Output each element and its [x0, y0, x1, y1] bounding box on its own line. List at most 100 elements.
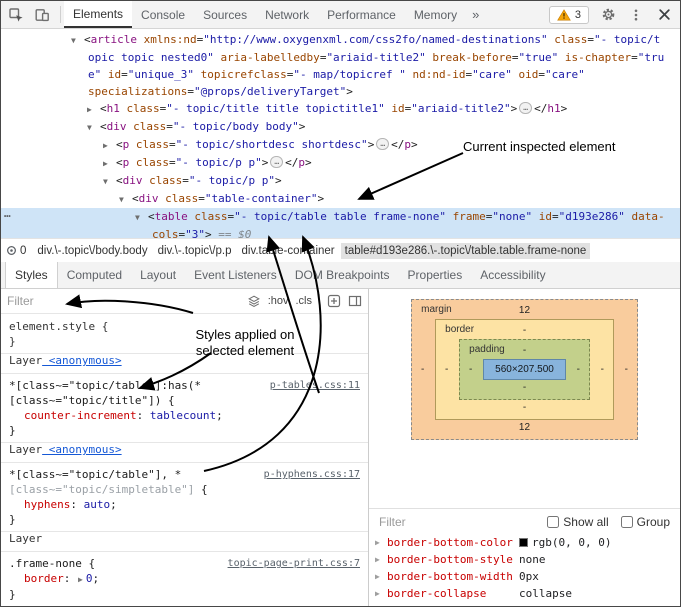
border-bottom-value[interactable]: -: [442, 400, 607, 416]
border-right-value[interactable]: -: [598, 364, 607, 375]
css-declaration[interactable]: border: ▶0;: [9, 571, 360, 587]
dom-line[interactable]: opic topic nested0" aria-labelledby="ari…: [1, 49, 680, 66]
computed-property-row[interactable]: ▶border-bottom-colorrgb(0, 0, 0): [369, 534, 680, 551]
group-checkbox-input[interactable]: [621, 516, 633, 528]
twisty-expanded-icon[interactable]: ▼: [103, 173, 116, 190]
computed-filter-input[interactable]: [379, 515, 535, 529]
tab-elements[interactable]: Elements: [64, 1, 132, 28]
show-all-checkbox-input[interactable]: [547, 516, 559, 528]
layer-link[interactable]: <anonymous>: [42, 443, 121, 456]
dom-line[interactable]: …▼<table class="- topic/table table fram…: [1, 208, 680, 226]
layer-link[interactable]: <anonymous>: [42, 354, 121, 367]
expand-shorthand-icon[interactable]: ▶: [78, 575, 83, 584]
warning-badge[interactable]: 3: [549, 6, 589, 24]
breadcrumb-item[interactable]: div.\-.topic\/body.body: [33, 243, 151, 259]
tab-console[interactable]: Console: [132, 1, 194, 28]
dom-line[interactable]: ▼<article xmlns:nd="http://www.oxygenxml…: [1, 31, 680, 49]
twisty-collapsed-icon[interactable]: ▶: [87, 101, 100, 118]
close-icon[interactable]: [651, 2, 677, 28]
toggle-hover-state-button[interactable]: :hov: [268, 295, 289, 307]
group-checkbox[interactable]: Group: [621, 515, 670, 529]
computed-property-row[interactable]: ▶border-image-outset: [369, 602, 680, 606]
computed-property-name: border-image-outset: [387, 604, 519, 606]
border-left-value[interactable]: -: [442, 364, 451, 375]
sidebar-tab-styles[interactable]: Styles: [5, 262, 58, 288]
dom-line[interactable]: ▶<h1 class="- topic/title title topictit…: [1, 100, 680, 118]
padding-right-value[interactable]: -: [574, 364, 583, 375]
stylesheet-link[interactable]: p-tables.css:11: [270, 378, 360, 393]
box-model-margin[interactable]: margin 12 - border - -: [411, 299, 638, 440]
breadcrumb-item[interactable]: div.table-container: [238, 243, 339, 259]
margin-right-value[interactable]: -: [622, 364, 631, 375]
expand-icon[interactable]: ▶: [375, 555, 387, 564]
more-menu-icon[interactable]: [623, 2, 649, 28]
breadcrumb-item[interactable]: div.\-.topic\/p.p: [154, 243, 236, 259]
styles-filter-input[interactable]: [7, 294, 240, 308]
margin-bottom-value[interactable]: 12: [418, 420, 631, 436]
sidebar-tab-accessibility[interactable]: Accessibility: [471, 262, 554, 288]
box-model-border[interactable]: border - - padding - -: [435, 319, 614, 420]
twisty-expanded-icon[interactable]: ▼: [71, 32, 84, 49]
dom-line[interactable]: ▶<p class="- topic/shortdesc shortdesc">…: [1, 136, 680, 154]
dom-token: "- topic/table table frame-none": [234, 210, 446, 223]
css-declaration[interactable]: counter-increment: tablecount;: [9, 408, 360, 423]
dom-line[interactable]: e" id="unique_3" topicrefclass="- map/to…: [1, 66, 680, 83]
expand-icon[interactable]: ▶: [375, 538, 387, 547]
stylesheet-link[interactable]: topic-page-print.css:7: [228, 556, 360, 571]
css-selector[interactable]: topic-page-print.css:7.frame-none {: [9, 556, 360, 571]
sidebar-tab-dom-breakpoints[interactable]: DOM Breakpoints: [286, 262, 399, 288]
settings-gear-icon[interactable]: [595, 2, 621, 28]
tab-sources[interactable]: Sources: [194, 1, 256, 28]
element-classes-button[interactable]: .cls: [296, 295, 313, 307]
css-declaration[interactable]: hyphens: auto;: [9, 497, 360, 512]
row-menu-icon[interactable]: …: [4, 205, 11, 222]
device-toolbar-icon[interactable]: [29, 2, 55, 28]
computed-property-row[interactable]: ▶border-bottom-width0px: [369, 568, 680, 585]
dom-line[interactable]: ▼<div class="- topic/body body">: [1, 118, 680, 136]
new-style-rule-icon[interactable]: [327, 294, 341, 308]
box-model-padding[interactable]: padding - - 560×207.500 - -: [459, 339, 590, 400]
expand-icon[interactable]: ▶: [375, 589, 387, 598]
css-layers-icon[interactable]: [247, 294, 261, 308]
sidebar-tab-event-listeners[interactable]: Event Listeners: [185, 262, 286, 288]
twisty-collapsed-icon[interactable]: ▶: [103, 137, 116, 154]
sidebar-tab-properties[interactable]: Properties: [399, 262, 472, 288]
stylesheet-link[interactable]: p-hyphens.css:17: [264, 467, 360, 482]
dom-token: =: [169, 156, 176, 169]
more-tabs-icon[interactable]: »: [466, 1, 485, 28]
tab-network[interactable]: Network: [256, 1, 318, 28]
css-selector[interactable]: [class~="topic/simpletable"] {: [9, 482, 360, 497]
computed-sidebar-toggle-icon[interactable]: [348, 294, 362, 308]
tab-performance[interactable]: Performance: [318, 1, 405, 28]
element-style-rule[interactable]: element.style { }: [1, 314, 368, 354]
css-selector[interactable]: [class~="topic/title"]) {: [9, 393, 360, 408]
padding-left-value[interactable]: -: [466, 364, 475, 375]
show-all-checkbox[interactable]: Show all: [547, 515, 608, 529]
tab-memory[interactable]: Memory: [405, 1, 466, 28]
css-selector[interactable]: p-tables.css:11*[class~="topic/table"]:h…: [9, 378, 360, 393]
twisty-collapsed-icon[interactable]: ▶: [103, 155, 116, 172]
breadcrumb-item[interactable]: table#d193e286.\-.topic\/table.table.fra…: [341, 243, 591, 259]
computed-property-row[interactable]: ▶border-bottom-stylenone: [369, 551, 680, 568]
color-swatch[interactable]: [519, 538, 528, 547]
expand-icon[interactable]: ▶: [375, 572, 387, 581]
padding-bottom-value[interactable]: -: [466, 380, 583, 396]
twisty-expanded-icon[interactable]: ▼: [135, 209, 148, 226]
dom-line[interactable]: cols="3"> == $0: [1, 226, 680, 238]
sidebar-tab-layout[interactable]: Layout: [131, 262, 185, 288]
box-model-content[interactable]: 560×207.500: [483, 359, 566, 380]
dom-line[interactable]: specializations="@props/deliveryTarget">: [1, 83, 680, 100]
dom-line[interactable]: ▼<div class="table-container">: [1, 190, 680, 208]
dom-token: "table-container": [205, 192, 318, 205]
css-selector[interactable]: p-hyphens.css:17*[class~="topic/table"],…: [9, 467, 360, 482]
dom-line[interactable]: ▼<div class="- topic/p p">: [1, 172, 680, 190]
sidebar-tab-computed[interactable]: Computed: [58, 262, 131, 288]
computed-property-row[interactable]: ▶border-collapsecollapse: [369, 585, 680, 602]
margin-left-value[interactable]: -: [418, 364, 427, 375]
dom-line[interactable]: ▶<p class="- topic/p p">…</p>: [1, 154, 680, 172]
dom-token: article: [91, 33, 137, 46]
breadcrumb-badge[interactable]: 0: [6, 245, 26, 257]
twisty-expanded-icon[interactable]: ▼: [119, 191, 132, 208]
inspect-element-icon[interactable]: [3, 2, 29, 28]
twisty-expanded-icon[interactable]: ▼: [87, 119, 100, 136]
